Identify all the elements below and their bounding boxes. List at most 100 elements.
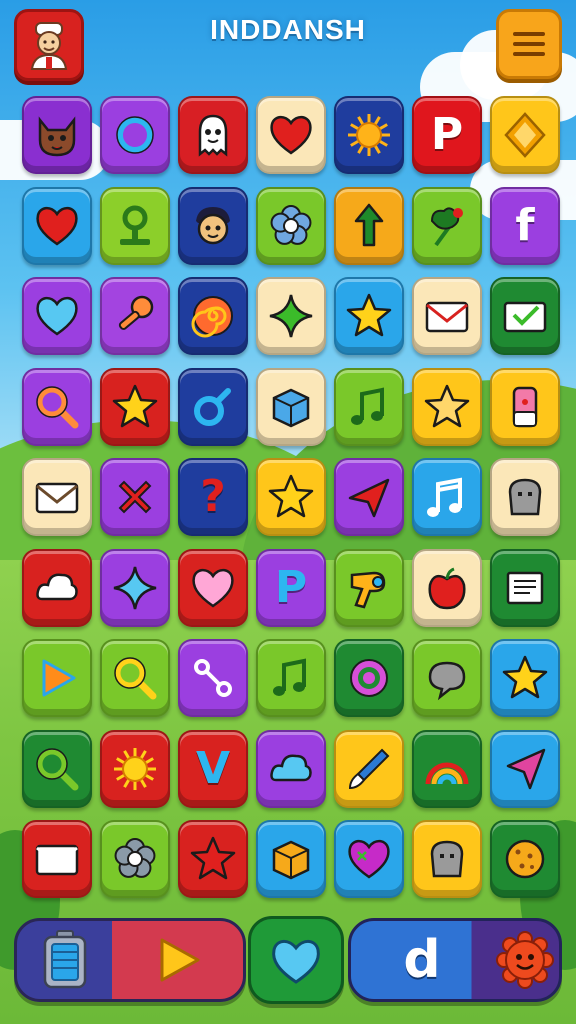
boy-face-icon bbox=[188, 201, 238, 251]
hamburger-menu-icon bbox=[513, 32, 545, 56]
tile-hairdryer[interactable] bbox=[334, 548, 404, 627]
target-icon bbox=[344, 653, 394, 703]
envelope-icon bbox=[32, 472, 82, 522]
tile-rose[interactable] bbox=[412, 186, 482, 265]
tile-flower[interactable] bbox=[100, 820, 170, 898]
male-symbol-icon bbox=[188, 382, 238, 432]
diamond-icon bbox=[500, 110, 550, 160]
tile-star[interactable] bbox=[256, 458, 326, 536]
letter-d-button[interactable]: d bbox=[382, 922, 462, 998]
music-notes-icon bbox=[422, 472, 472, 522]
tile-ring[interactable] bbox=[100, 96, 170, 174]
favorites-button[interactable] bbox=[256, 924, 336, 996]
tile-cross[interactable] bbox=[100, 458, 170, 536]
tile-eraser[interactable] bbox=[490, 367, 560, 446]
tile-heart-patch[interactable] bbox=[334, 820, 404, 898]
tile-sun[interactable] bbox=[100, 729, 170, 808]
tile-letter-p[interactable]: P bbox=[412, 96, 482, 174]
heart-icon bbox=[266, 110, 316, 160]
tile-spiral[interactable] bbox=[178, 277, 248, 355]
question-icon: ? bbox=[200, 471, 226, 522]
brush-icon bbox=[344, 744, 394, 794]
tile-sparkle[interactable] bbox=[256, 277, 326, 355]
music-note-icon bbox=[266, 653, 316, 703]
tile-box[interactable] bbox=[256, 367, 326, 446]
tile-cat-face[interactable] bbox=[22, 96, 92, 174]
tile-star[interactable] bbox=[178, 820, 248, 898]
toast-icon bbox=[500, 472, 550, 522]
tile-envelope[interactable] bbox=[22, 458, 92, 536]
tile-heart[interactable] bbox=[22, 186, 92, 265]
star-icon bbox=[188, 834, 238, 884]
tile-cloud[interactable] bbox=[22, 548, 92, 627]
magnifier-icon bbox=[32, 744, 82, 794]
icon-grid: Pf? P V bbox=[22, 96, 562, 902]
tile-play[interactable] bbox=[22, 639, 92, 717]
tile-letter-p[interactable]: P bbox=[256, 548, 326, 627]
tile-star[interactable] bbox=[412, 367, 482, 446]
tile-star[interactable] bbox=[490, 639, 560, 717]
tile-brush[interactable] bbox=[334, 729, 404, 808]
tile-rainbow[interactable] bbox=[412, 729, 482, 808]
tile-box[interactable] bbox=[256, 820, 326, 898]
tile-letter-f[interactable]: f bbox=[490, 186, 560, 265]
tile-target[interactable] bbox=[334, 639, 404, 717]
play-button[interactable] bbox=[138, 924, 218, 996]
sparkle-icon bbox=[110, 563, 160, 613]
tile-cookie[interactable] bbox=[490, 820, 560, 898]
tile-envelope-check[interactable] bbox=[490, 277, 560, 355]
tile-newspaper[interactable] bbox=[490, 548, 560, 627]
tile-music-note[interactable] bbox=[256, 639, 326, 717]
tile-signpost[interactable] bbox=[100, 186, 170, 265]
box-icon bbox=[266, 834, 316, 884]
tile-boy-face[interactable] bbox=[178, 186, 248, 265]
tile-flower[interactable] bbox=[256, 186, 326, 265]
rose-icon bbox=[422, 201, 472, 251]
tile-male-symbol[interactable] bbox=[178, 367, 248, 446]
tile-arrow-up[interactable] bbox=[334, 186, 404, 265]
tile-paper-plane[interactable] bbox=[334, 458, 404, 536]
tile-sparkle[interactable] bbox=[100, 548, 170, 627]
tile-magnifier[interactable] bbox=[22, 729, 92, 808]
tile-music-notes[interactable] bbox=[412, 458, 482, 536]
battery-button[interactable] bbox=[30, 922, 100, 998]
star-icon bbox=[422, 382, 472, 432]
tile-music-note[interactable] bbox=[334, 367, 404, 446]
hairdryer-icon bbox=[344, 563, 394, 613]
tile-heart[interactable] bbox=[256, 96, 326, 174]
tile-apple[interactable] bbox=[412, 548, 482, 627]
tile-envelope[interactable] bbox=[22, 820, 92, 898]
tile-heart[interactable] bbox=[178, 548, 248, 627]
tile-star[interactable] bbox=[100, 367, 170, 446]
tile-magnifier[interactable] bbox=[100, 639, 170, 717]
letter-p-icon: P bbox=[430, 109, 464, 160]
spiral-icon bbox=[188, 291, 238, 341]
tile-letter-v[interactable]: V bbox=[178, 729, 248, 808]
tile-cloud[interactable] bbox=[256, 729, 326, 808]
envelope-icon bbox=[422, 291, 472, 341]
tile-key[interactable] bbox=[100, 277, 170, 355]
envelope-icon bbox=[32, 834, 82, 884]
key-icon bbox=[110, 291, 160, 341]
tile-star[interactable] bbox=[334, 277, 404, 355]
tile-ghost-face[interactable] bbox=[178, 96, 248, 174]
signpost-icon bbox=[110, 201, 160, 251]
tile-arrow-cursor[interactable] bbox=[490, 729, 560, 808]
tile-sun[interactable] bbox=[334, 96, 404, 174]
menu-button[interactable] bbox=[496, 9, 562, 79]
tile-diamond[interactable] bbox=[490, 96, 560, 174]
tile-envelope[interactable] bbox=[412, 277, 482, 355]
tile-bone-link[interactable] bbox=[178, 639, 248, 717]
play-icon bbox=[160, 938, 200, 982]
tile-toast[interactable] bbox=[490, 458, 560, 536]
tile-toast[interactable] bbox=[412, 820, 482, 898]
gear-face-button[interactable] bbox=[490, 924, 560, 996]
arrow-up-icon bbox=[344, 201, 394, 251]
tile-heart[interactable] bbox=[22, 277, 92, 355]
tile-question[interactable]: ? bbox=[178, 458, 248, 536]
cat-face-icon bbox=[32, 110, 82, 160]
page-title: INDDANSH bbox=[210, 14, 366, 45]
tile-speech-bubble[interactable] bbox=[412, 639, 482, 717]
magnifier-icon bbox=[32, 382, 82, 432]
tile-magnifier[interactable] bbox=[22, 367, 92, 446]
